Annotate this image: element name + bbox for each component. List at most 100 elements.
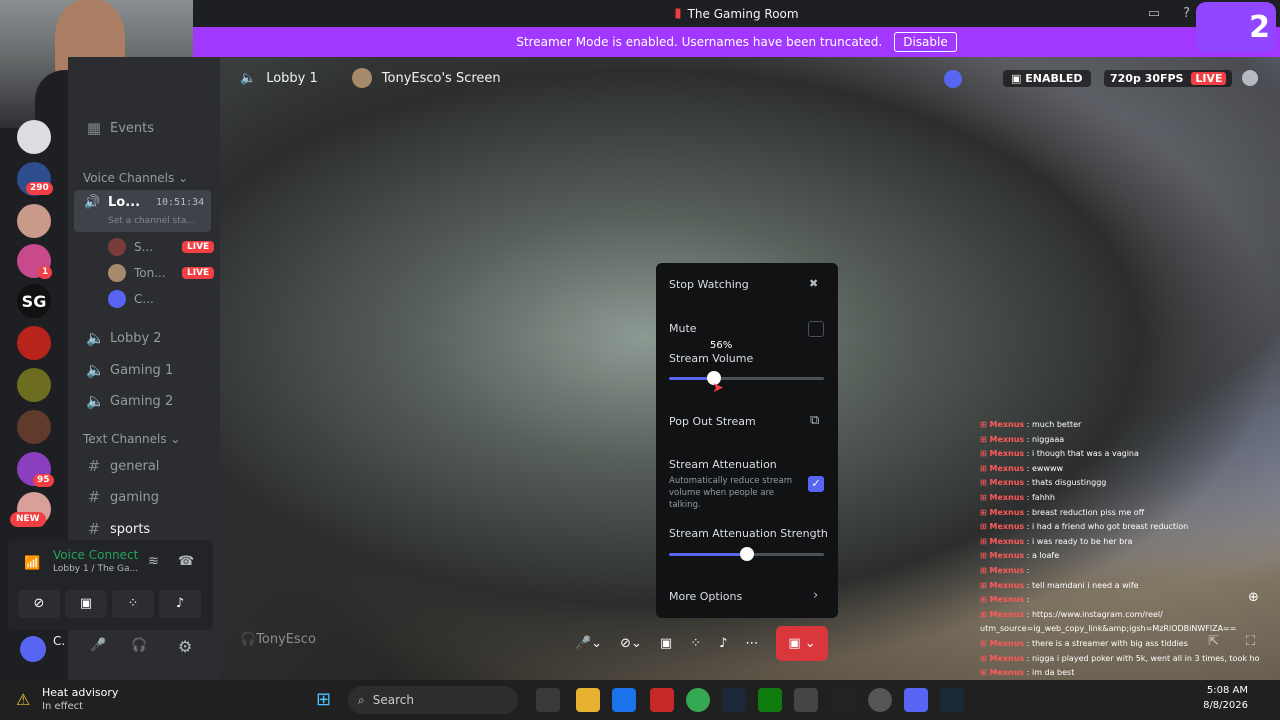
gear-icon[interactable]: ⚙ — [178, 637, 192, 656]
category-text[interactable]: Text Channels ⌄ — [83, 432, 180, 446]
chat-text: : im da best — [1024, 668, 1075, 678]
strength-slider-knob[interactable] — [740, 547, 754, 561]
chat-message: ⊞ Mexnus : i was ready to be her bra — [980, 535, 1260, 550]
channel-timer: 10:51:34 — [156, 197, 205, 208]
chat-text: : fahhh — [1024, 492, 1055, 502]
help-icon[interactable]: ? — [1183, 6, 1190, 21]
more-icon[interactable]: ⋯ — [745, 636, 758, 651]
task-view-icon[interactable] — [536, 688, 560, 712]
disable-button[interactable]: Disable — [894, 32, 957, 52]
mention-badge: 290 — [26, 182, 53, 195]
chat-message: ⊞ Mexnus : i had a friend who got breast… — [980, 520, 1260, 535]
streamer-mode-banner: Streamer Mode is enabled. Usernames have… — [193, 27, 1280, 57]
chat-message: ⊞ Mexnus : — [980, 564, 1260, 579]
taskbar: ⚠ Heat advisory In effect ⊞ ⌕ Search 5:08… — [0, 680, 1280, 720]
chat-overlay: ⊞ Mexnus : much better ⊞ Mexnus : niggaaa… — [980, 418, 1260, 718]
epic-games-icon[interactable] — [832, 688, 856, 712]
share-screen-icon[interactable]: ▣ — [660, 636, 672, 651]
file-explorer-icon[interactable] — [576, 688, 600, 712]
chat-icon[interactable] — [1242, 70, 1258, 86]
app-icon[interactable] — [794, 688, 818, 712]
taskbar-search[interactable]: ⌕ Search — [348, 686, 518, 714]
activities-button[interactable]: ⁘ — [112, 590, 154, 618]
chat-username: ⊞ Mexnus — [980, 595, 1025, 605]
hash-icon: # — [87, 457, 101, 475]
store-icon[interactable] — [612, 688, 636, 712]
discord-icon — [944, 70, 962, 88]
headphones-icon[interactable]: 🎧 — [131, 638, 147, 653]
chat-username: ⊞ Mexnus — [980, 565, 1025, 575]
avatar[interactable] — [20, 636, 46, 662]
voice-member[interactable]: S... LIVE — [108, 238, 215, 256]
channel-lobby-2[interactable]: 🔈 Lobby 2 — [86, 329, 162, 347]
close-stream-icon[interactable]: ✖ — [809, 277, 818, 290]
chat-text: : a loafe — [1024, 551, 1060, 561]
mouse-cursor-icon: ➤ — [712, 380, 724, 396]
app-icon[interactable] — [650, 688, 674, 712]
xbox-icon[interactable] — [758, 688, 782, 712]
microphone-icon[interactable]: 🎤⌄ — [575, 636, 602, 651]
chat-message: ⊞ Mexnus : a loafe — [980, 549, 1260, 564]
stream-controls: 🎤⌄ ⊘⌄ ▣ ⁘ ♪ ⋯ ▣ ⌄ — [575, 623, 935, 663]
channel-gaming[interactable]: # gaming — [86, 488, 159, 506]
server-icon[interactable] — [17, 326, 51, 360]
channel-events[interactable]: ▦ Events — [86, 119, 154, 137]
more-options-item[interactable]: More Options — [669, 590, 742, 603]
soundboard-icon[interactable]: ♪ — [719, 636, 727, 651]
stop-watching-item[interactable]: Stop Watching — [669, 278, 749, 291]
server-icon[interactable]: SG — [17, 284, 51, 318]
disconnect-icon[interactable]: ☎ — [178, 554, 194, 569]
camera-off-button[interactable]: ⊘ — [18, 590, 60, 618]
stream-options-popup: Stop Watching ✖ Mute Stream Volume 56% P… — [656, 263, 838, 618]
activities-icon[interactable]: ⁘ — [690, 636, 701, 651]
steam-icon[interactable] — [722, 688, 746, 712]
server-icon[interactable] — [17, 120, 51, 154]
obs-icon[interactable] — [868, 688, 892, 712]
soundboard-button[interactable]: ♪ — [159, 590, 201, 618]
steam-icon[interactable] — [940, 688, 964, 712]
chat-message: ⊞ Mexnus : niggaaa — [980, 433, 1260, 448]
chat-text: : nigga i played poker with 5k, went all… — [1026, 653, 1260, 663]
attenuation-checkbox[interactable]: ✓ — [808, 476, 824, 492]
chat-text: : — [1024, 595, 1030, 605]
server-icon[interactable] — [17, 410, 51, 444]
chat-text: : i had a friend who got breast reductio… — [1024, 522, 1189, 532]
microphone-icon[interactable]: 🎤 — [90, 638, 106, 653]
chat-message: ⊞ Mexnus : — [980, 593, 1260, 608]
chat-text: : ewwww — [1024, 463, 1064, 473]
chat-username: ⊞ Mexnus — [980, 449, 1025, 459]
noise-suppression-icon[interactable]: ≋ — [148, 554, 159, 569]
inbox-icon[interactable]: ▭ — [1148, 6, 1160, 21]
server-icon[interactable] — [17, 204, 51, 238]
weather-subtitle: In effect — [42, 701, 84, 712]
category-voice[interactable]: Voice Channels ⌄ — [83, 171, 188, 185]
new-badge: NEW — [10, 512, 46, 527]
channel-sports[interactable]: # sports — [86, 520, 151, 538]
share-screen-button[interactable]: ▣ — [65, 590, 107, 618]
channel-gaming-2[interactable]: 🔈 Gaming 2 — [86, 392, 173, 410]
weather-title[interactable]: Heat advisory — [42, 686, 118, 699]
channel-lobby-1[interactable]: 🔊 Lo... 10:51:34 Set a channel sta... — [74, 190, 211, 232]
voice-member[interactable]: C... — [108, 290, 154, 308]
camera-off-icon[interactable]: ⊘⌄ — [620, 636, 642, 651]
windows-start-icon[interactable]: ⊞ — [316, 689, 331, 710]
mute-checkbox[interactable] — [808, 321, 824, 337]
avatar — [108, 238, 126, 256]
stream-owner: TonyEsco's Screen — [381, 70, 501, 86]
channel-gaming-1[interactable]: 🔈 Gaming 1 — [86, 361, 173, 379]
channel-general[interactable]: # general — [86, 457, 160, 475]
discord-icon[interactable] — [904, 688, 928, 712]
chevron-right-icon: › — [813, 588, 819, 603]
speaker-icon: 🔊 — [84, 195, 101, 210]
server-icon[interactable] — [17, 368, 51, 402]
stop-stream-button[interactable]: ▣ ⌄ — [776, 625, 828, 661]
chat-username: ⊞ Mexnus — [980, 463, 1025, 473]
chat-text: : https://www.instagram.com/reel/ — [1024, 609, 1163, 619]
voice-member[interactable]: Ton... LIVE — [108, 264, 215, 282]
clock-date: 8/8/2026 — [1203, 700, 1248, 711]
chrome-icon[interactable] — [686, 688, 710, 712]
chat-username: ⊞ Mexnus — [980, 653, 1025, 663]
chat-message: ⊞ Mexnus : thats disgustinggg — [980, 476, 1260, 491]
pop-out-item[interactable]: Pop Out Stream — [669, 415, 756, 428]
channel-status-input[interactable]: Set a channel sta... — [108, 216, 195, 226]
